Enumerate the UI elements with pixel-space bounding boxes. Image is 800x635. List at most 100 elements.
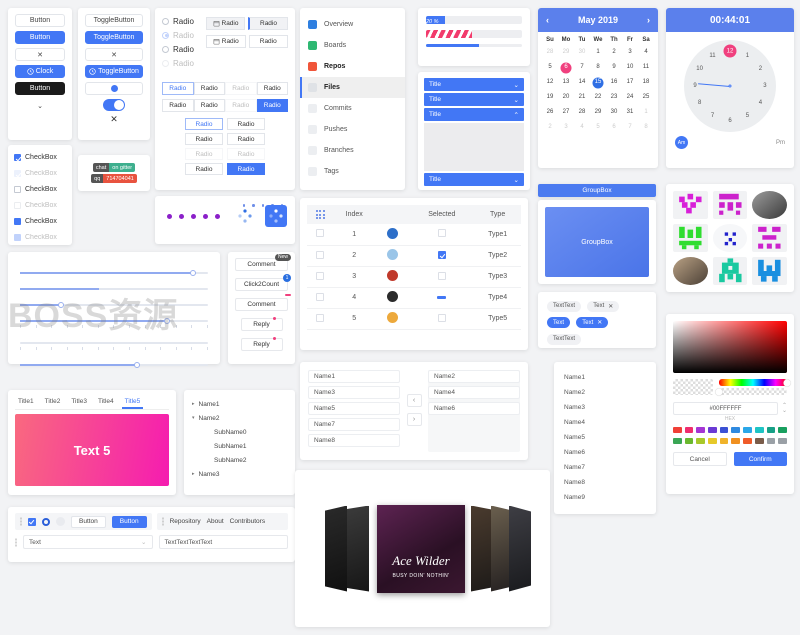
transfer-item[interactable]: Name8	[308, 434, 400, 447]
hue-slider[interactable]	[719, 379, 791, 386]
slider-track[interactable]	[20, 288, 208, 290]
color-swatch[interactable]	[719, 438, 729, 444]
calendar-day[interactable]: 8	[590, 60, 606, 75]
saturation-area[interactable]	[673, 321, 787, 373]
slider-knob[interactable]	[58, 302, 65, 308]
chevron-down-icon[interactable]: ▾	[192, 415, 195, 421]
cell-selected[interactable]	[409, 266, 475, 288]
color-swatch[interactable]	[696, 438, 706, 444]
slider-knob[interactable]	[189, 270, 196, 276]
color-swatch[interactable]	[754, 438, 764, 444]
clock-hour[interactable]: 8	[698, 100, 701, 106]
cover-active[interactable]: Ace Wilder BUSY DOIN' NOTHIN'	[377, 504, 465, 593]
cover-item[interactable]	[325, 505, 347, 592]
color-swatch[interactable]	[743, 427, 752, 433]
prev-month-button[interactable]: ‹	[546, 15, 549, 25]
color-swatch[interactable]	[684, 438, 694, 444]
sidebar-item-overview[interactable]: Overview	[300, 14, 405, 35]
am-button[interactable]: Am	[675, 136, 688, 149]
calendar-day[interactable]: 5	[542, 60, 558, 75]
tab-title1[interactable]: Title1	[15, 396, 37, 409]
button-chevron[interactable]: ⌄	[15, 99, 65, 112]
column-header-selected[interactable]: Selected	[409, 205, 475, 224]
chip-primary-closable[interactable]: Text ✕	[576, 317, 609, 328]
checkbox-row[interactable]: CheckBox	[14, 151, 66, 164]
cover-right-stack-3[interactable]	[509, 505, 531, 592]
clock-hour[interactable]: 10	[696, 66, 703, 72]
calendar-day[interactable]: 31	[622, 105, 638, 120]
identicon-avatar[interactable]	[752, 224, 787, 252]
calendar-day[interactable]: 2	[606, 45, 622, 60]
drag-handle-icon[interactable]	[20, 517, 22, 526]
radio-seg-item[interactable]: Radio	[162, 82, 194, 95]
calendar-day[interactable]: 3	[622, 45, 638, 60]
color-swatch[interactable]	[684, 427, 694, 433]
calendar-day[interactable]: 3	[558, 120, 574, 135]
list-item[interactable]: Name8	[564, 475, 646, 490]
select-input[interactable]: Text ⌄	[23, 535, 153, 549]
sidebar-item-tags[interactable]: Tags	[300, 161, 405, 182]
calendar-day[interactable]: 22	[590, 90, 606, 105]
click2count-button[interactable]: Click2Count 1	[235, 274, 291, 291]
identicon-avatar[interactable]	[673, 224, 708, 252]
column-header-type[interactable]: Type	[474, 205, 521, 224]
checkbox-input[interactable]	[14, 218, 21, 225]
tree-node[interactable]: ▸ Name1	[192, 397, 287, 411]
radio-row[interactable]: Radio	[162, 43, 206, 55]
photo-avatar[interactable]	[752, 191, 787, 219]
calendar-day[interactable]: 28	[542, 45, 558, 60]
identicon-avatar[interactable]	[673, 191, 708, 219]
accordion-footer[interactable]: Title ⌄	[424, 173, 524, 186]
color-swatch[interactable]	[719, 427, 729, 433]
cancel-button[interactable]: Cancel	[673, 452, 727, 466]
radio-seg-item[interactable]: Radio	[193, 99, 225, 112]
togglebutton-plain[interactable]: ToggleButton	[85, 14, 143, 27]
next-month-button[interactable]: ›	[647, 15, 650, 25]
accordion-header[interactable]: Title ⌄	[424, 93, 524, 106]
chevron-down-icon[interactable]: ⌄	[141, 538, 146, 546]
tab-title4[interactable]: Title4	[95, 396, 117, 409]
chip-2[interactable]: TextText	[547, 333, 582, 345]
calendar-day[interactable]: 29	[558, 45, 574, 60]
chevron-right-icon[interactable]: ▸	[192, 401, 195, 407]
table-row[interactable]: 3 Type3	[307, 266, 521, 288]
cell-selected[interactable]	[409, 308, 475, 330]
calendar-day[interactable]: 25	[638, 90, 654, 105]
calendar-day[interactable]: 23	[606, 90, 622, 105]
color-swatch[interactable]	[708, 438, 717, 444]
radio-button-plain[interactable]: Radio	[248, 17, 288, 30]
slider-track[interactable]	[20, 342, 208, 344]
tree-node[interactable]: ▸ Name3	[192, 467, 287, 481]
checkbox-input[interactable]	[14, 186, 21, 193]
clock-hour[interactable]: 1	[746, 53, 749, 59]
transfer-item[interactable]: Name3	[308, 386, 400, 399]
color-swatch[interactable]	[731, 427, 741, 433]
list-item[interactable]: Name6	[564, 445, 646, 460]
transfer-item[interactable]: Name7	[308, 418, 400, 431]
calendar-day[interactable]: 2	[542, 120, 558, 135]
checkbox-row[interactable]: CheckBox	[14, 183, 66, 196]
slider-track[interactable]	[20, 318, 208, 324]
button-plain[interactable]: Button	[15, 14, 65, 27]
drag-handle-icon[interactable]	[15, 537, 17, 547]
calendar-day[interactable]: 29	[590, 105, 606, 120]
table-row[interactable]: 2 Type2	[307, 245, 521, 267]
identicon-avatar[interactable]	[712, 257, 748, 285]
calendar-day[interactable]: 8	[638, 120, 654, 135]
button-dark[interactable]: Button	[15, 82, 65, 95]
toolbar-button-2[interactable]: Button	[111, 515, 147, 528]
comment-button[interactable]: Comment New	[235, 254, 291, 271]
radio-grid-item[interactable]: Radio	[227, 118, 265, 130]
calendar-day[interactable]: 21	[574, 90, 590, 105]
calendar-day[interactable]: 17	[622, 75, 638, 90]
clock-hour[interactable]: 9	[693, 83, 696, 89]
list-item[interactable]: Name9	[564, 490, 646, 505]
reply-button-2[interactable]: Reply	[240, 337, 283, 351]
color-swatch[interactable]	[766, 438, 776, 444]
cover-left-stack-2[interactable]	[347, 505, 369, 592]
cell-selected[interactable]	[409, 287, 475, 309]
sidebar-item-boards[interactable]: Boards	[300, 35, 405, 56]
hue-knob[interactable]	[783, 379, 791, 386]
clock-hour[interactable]: 5	[746, 113, 749, 119]
calendar-day[interactable]: 7	[622, 120, 638, 135]
